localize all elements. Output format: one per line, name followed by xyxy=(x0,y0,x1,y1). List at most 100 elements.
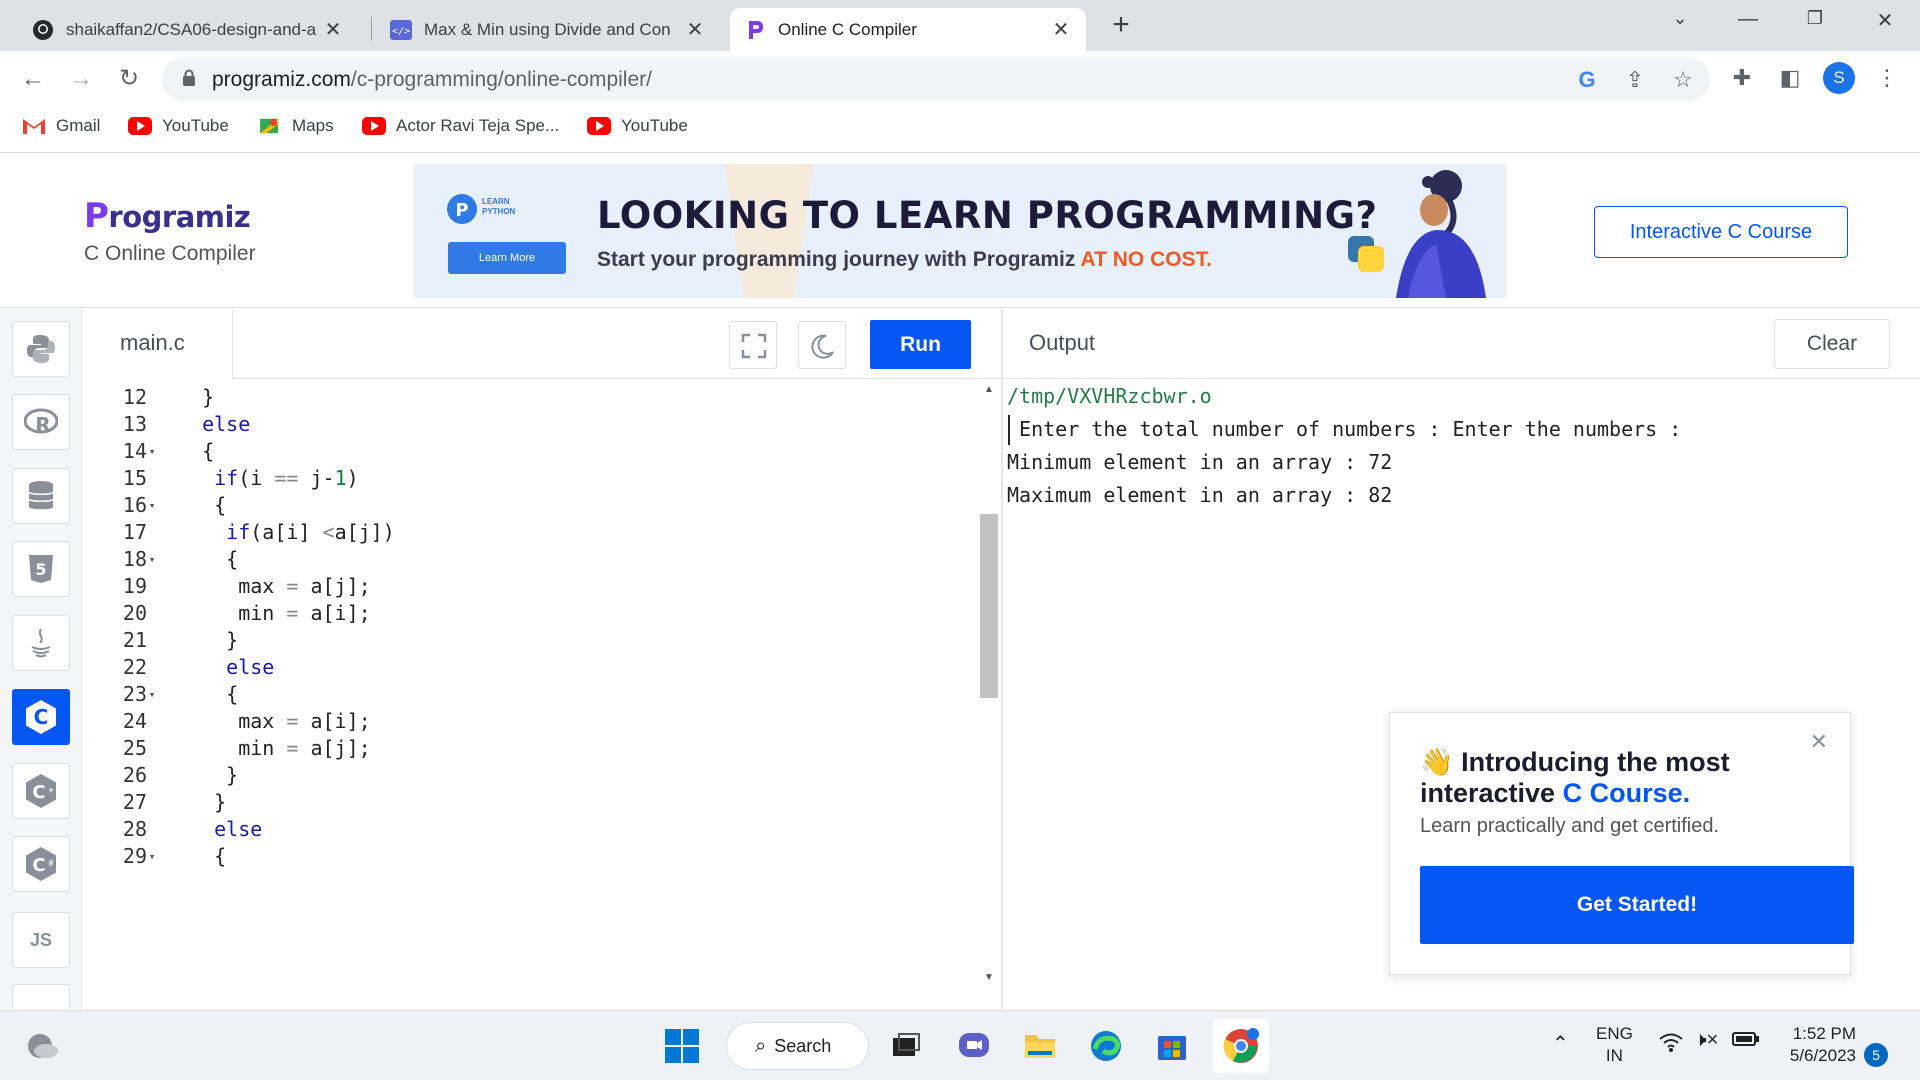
output-line: /tmp/VXVHRzcbwr.o xyxy=(1007,384,1212,408)
tab-online-c-compiler[interactable]: Online C Compiler ✕ xyxy=(730,8,1086,51)
c-language-icon[interactable]: C xyxy=(12,689,70,745)
profile-avatar[interactable]: S xyxy=(1823,62,1855,94)
code-editor[interactable]: 12 } 13 else 14 ▾ {15 if(i == j-1) 16 ▾ {17 i… xyxy=(83,380,1000,1010)
moon-icon xyxy=(811,334,834,359)
youtube-icon xyxy=(362,117,386,135)
battery-icon[interactable] xyxy=(1732,1031,1760,1052)
get-started-button[interactable]: Get Started! xyxy=(1420,866,1854,944)
wave-emoji: 👋 xyxy=(1420,747,1454,777)
csharp-language-icon[interactable]: C # xyxy=(12,836,70,892)
input-language[interactable]: ENG IN xyxy=(1596,1023,1633,1067)
fullscreen-button[interactable] xyxy=(729,321,777,369)
windows-taskbar: ⌕ Search ⌃ ENG IN 🕨× 1:52 PM 5/6/2023 5 xyxy=(0,1010,1920,1080)
bookmark-youtube-2[interactable]: YouTube xyxy=(587,116,688,136)
java-icon[interactable] xyxy=(12,615,70,671)
code-line[interactable]: 29 ▾ { xyxy=(83,840,983,873)
search-icon: ⌕ xyxy=(755,1034,767,1057)
url-text: programiz.com/c-programming/online-compi… xyxy=(212,68,652,91)
file-explorer-icon[interactable] xyxy=(1018,1024,1062,1068)
line-number: 29 xyxy=(122,844,147,868)
learn-python-badge: P LEARN PYTHON xyxy=(446,192,515,224)
scrollbar-thumb[interactable] xyxy=(980,514,998,698)
code-icon: </> xyxy=(390,19,412,41)
html5-icon[interactable]: 5 xyxy=(12,541,70,597)
python-icon[interactable] xyxy=(12,321,70,377)
ad-banner[interactable]: P LEARN PYTHON Learn More LOOKING TO LEAR… xyxy=(414,164,1506,298)
bookmark-actor-ravi-teja[interactable]: Actor Ravi Teja Spe... xyxy=(362,116,559,136)
tab-github[interactable]: shaikaffan2/CSA06-design-and-a ✕ xyxy=(18,8,358,51)
ad-subline: Start your programming journey with Prog… xyxy=(597,248,1212,271)
svg-text:C: C xyxy=(32,855,45,876)
task-view-icon[interactable] xyxy=(884,1024,928,1068)
side-panel-icon[interactable]: ◧ xyxy=(1775,63,1805,93)
editor-scrollbar[interactable]: ▲ ▼ xyxy=(978,380,1000,990)
bookmark-gmail[interactable]: Gmail xyxy=(22,116,100,136)
gmail-icon xyxy=(23,119,45,134)
ad-learn-more-button[interactable]: Learn More xyxy=(448,242,566,274)
close-tab-icon[interactable]: ✕ xyxy=(322,17,344,42)
weather-icon[interactable] xyxy=(20,1024,64,1068)
forward-icon[interactable]: → xyxy=(65,63,97,95)
menu-kebab-icon[interactable]: ⋮ xyxy=(1872,63,1902,93)
run-button[interactable]: Run xyxy=(870,320,971,369)
close-tab-icon[interactable]: ✕ xyxy=(684,17,706,42)
file-tab-main-c[interactable]: main.c xyxy=(83,309,233,379)
bookmark-maps[interactable]: Maps xyxy=(258,116,334,136)
tab-max-min[interactable]: </> Max & Min using Divide and Con ✕ xyxy=(376,8,720,51)
bookmark-youtube[interactable]: YouTube xyxy=(128,116,229,136)
course-promo-popup: ✕ 👋 Introducing the most interactive C C… xyxy=(1389,712,1854,975)
clear-button[interactable]: Clear xyxy=(1774,319,1890,369)
restore-icon[interactable]: ❐ xyxy=(1795,8,1835,38)
bookmark-star-icon[interactable]: ☆ xyxy=(1670,67,1696,93)
lock-icon xyxy=(183,69,195,86)
share-icon[interactable]: ⇪ xyxy=(1622,67,1648,93)
more-languages-item[interactable] xyxy=(12,984,70,1009)
tab-search-icon[interactable]: ⌄ xyxy=(1660,8,1700,38)
google-icon[interactable]: G xyxy=(1574,67,1600,93)
sql-database-icon[interactable] xyxy=(12,468,70,524)
output-line: Minimum element in an array : 72 xyxy=(1007,450,1393,474)
show-hidden-icons[interactable]: ⌃ xyxy=(1552,1031,1569,1056)
microsoft-store-icon[interactable] xyxy=(1150,1024,1194,1068)
extensions-icon[interactable]: ✚ xyxy=(1727,63,1757,93)
svg-text:+: + xyxy=(48,785,53,795)
taskbar-search[interactable]: ⌕ Search xyxy=(726,1022,869,1070)
language-sidebar: R 5 C C + C # JS xyxy=(0,309,82,1009)
volume-muted-icon[interactable]: 🕨× xyxy=(1694,1029,1718,1052)
fold-arrow-icon[interactable]: ▾ xyxy=(145,840,159,873)
reload-icon[interactable]: ↻ xyxy=(113,63,145,95)
interactive-c-course-button[interactable]: Interactive C Course xyxy=(1594,206,1848,258)
edge-browser-icon[interactable] xyxy=(1084,1024,1128,1068)
output-header: Output Clear xyxy=(1003,309,1920,379)
clock[interactable]: 1:52 PM 5/6/2023 xyxy=(1780,1023,1856,1067)
editor-header: main.c Run xyxy=(83,309,1001,379)
bookmarks-bar: Gmail YouTube Maps Actor Ravi Teja Spe..… xyxy=(0,106,1920,153)
expand-icon xyxy=(741,333,767,359)
windows-start-icon[interactable] xyxy=(660,1024,704,1068)
r-language-icon[interactable]: R xyxy=(12,394,70,450)
scroll-up-icon[interactable]: ▲ xyxy=(984,384,994,395)
github-icon xyxy=(32,19,54,41)
promo-description: Learn practically and get certified. xyxy=(1420,815,1720,837)
cpp-language-icon[interactable]: C + xyxy=(12,763,70,819)
scroll-down-icon[interactable]: ▼ xyxy=(984,972,994,983)
javascript-icon[interactable]: JS xyxy=(12,912,70,968)
promo-title: 👋 Introducing the most interactive C Cou… xyxy=(1420,747,1730,808)
notification-badge[interactable]: 5 xyxy=(1864,1043,1888,1067)
close-tab-icon[interactable]: ✕ xyxy=(1050,17,1072,42)
svg-text:#: # xyxy=(48,858,53,868)
svg-text:C: C xyxy=(32,782,45,803)
dark-mode-button[interactable] xyxy=(798,321,846,369)
minimize-icon[interactable]: — xyxy=(1728,8,1768,38)
back-icon[interactable]: ← xyxy=(17,63,49,95)
chrome-taskbar-icon[interactable] xyxy=(1213,1019,1269,1073)
teams-chat-icon[interactable] xyxy=(952,1024,996,1068)
programiz-logo[interactable]: Programiz xyxy=(84,196,251,236)
new-tab-button[interactable]: + xyxy=(1105,10,1137,42)
svg-text:5: 5 xyxy=(35,560,46,579)
address-bar[interactable]: programiz.com/c-programming/online-compi… xyxy=(162,57,1710,101)
wifi-icon[interactable] xyxy=(1658,1031,1684,1058)
close-window-icon[interactable]: ✕ xyxy=(1865,8,1905,38)
page-subtitle: C Online Compiler xyxy=(84,242,256,265)
ad-headline: LOOKING TO LEARN PROGRAMMING? xyxy=(597,194,1378,237)
